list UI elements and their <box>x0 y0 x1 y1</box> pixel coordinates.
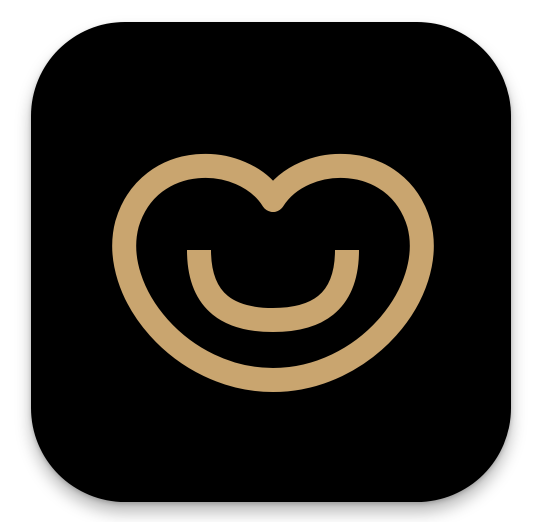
app-icon[interactable] <box>31 22 511 502</box>
app-icon-screen <box>0 0 542 522</box>
heart-outline <box>112 153 434 392</box>
smiling-heart-logo-icon <box>112 153 434 392</box>
smile-curve <box>187 249 359 333</box>
